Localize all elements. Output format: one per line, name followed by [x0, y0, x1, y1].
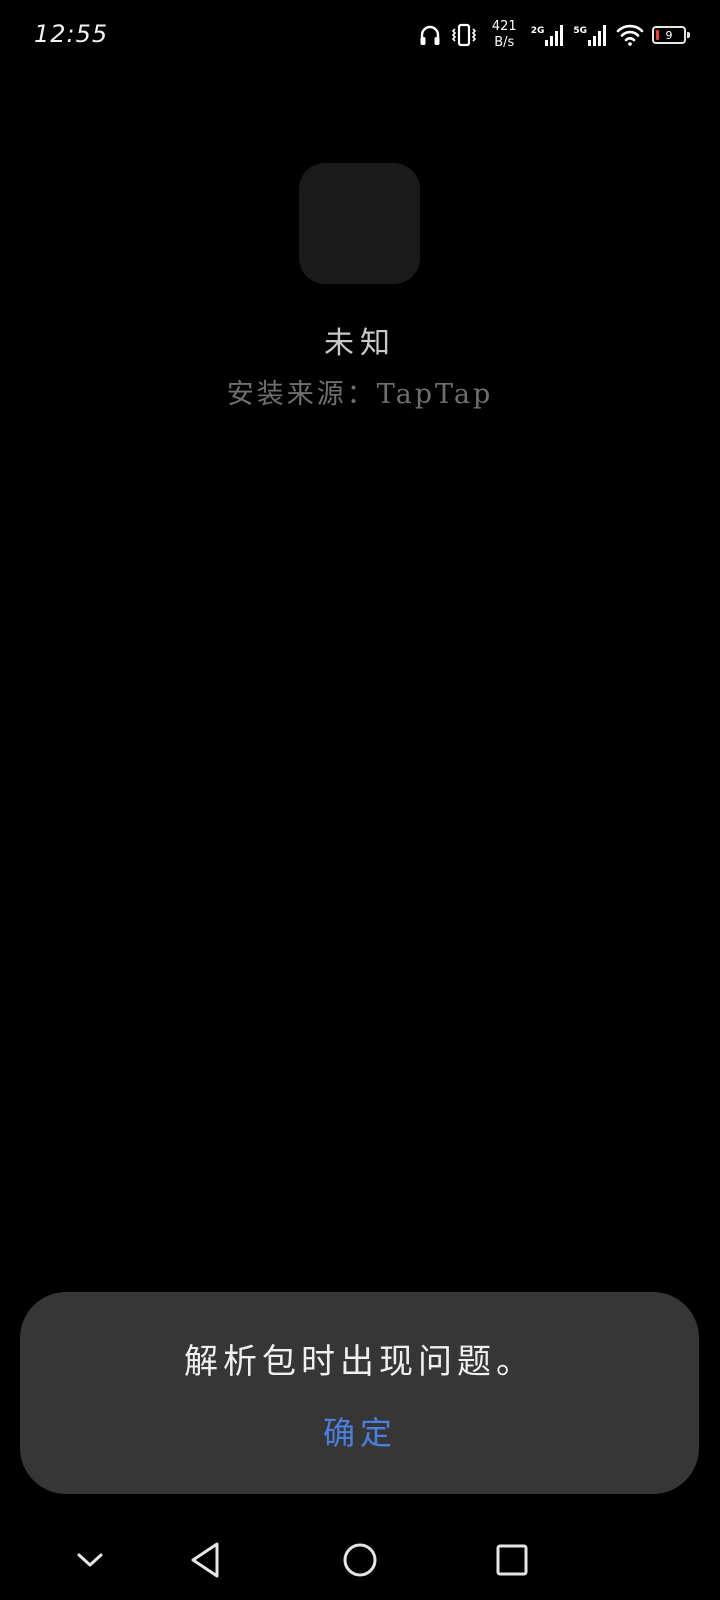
- navigation-bar: [0, 1520, 720, 1600]
- network-speed-value: 421: [491, 19, 517, 34]
- vibrate-icon: [450, 23, 478, 47]
- error-dialog: 解析包时出现问题。 确定: [20, 1292, 699, 1494]
- recents-icon: [496, 1544, 528, 1576]
- chevron-down-icon: [77, 1553, 103, 1567]
- battery-level: 9: [665, 28, 673, 42]
- nav-home-button[interactable]: [320, 1520, 400, 1600]
- sim1-network-label: 2G: [530, 26, 545, 36]
- nav-recents-button[interactable]: [472, 1520, 552, 1600]
- nav-collapse-button[interactable]: [50, 1520, 130, 1600]
- network-speed-unit: B/s: [494, 35, 515, 50]
- network-speed: 421 B/s: [492, 19, 517, 51]
- signal-icon-sim2: 5G: [573, 24, 608, 46]
- back-icon: [191, 1542, 219, 1578]
- dialog-message: 解析包时出现问题。: [184, 1342, 535, 1382]
- status-bar: 12:55 421 B/s 2G 5G 9: [0, 0, 720, 70]
- sim2-network-label: 5G: [573, 26, 587, 36]
- signal-icon-sim1: 2G: [531, 24, 566, 46]
- app-icon: [299, 163, 420, 284]
- wifi-icon: [616, 23, 644, 47]
- app-name: 未知: [324, 326, 396, 361]
- battery-icon: 9: [652, 26, 690, 44]
- confirm-button[interactable]: 确定: [310, 1406, 410, 1460]
- battery-fill: [656, 30, 659, 40]
- status-time: 12:55: [34, 20, 109, 48]
- screen: 12:55 421 B/s 2G 5G 9 未知 安装来源：TapTap 解析包…: [0, 0, 720, 1600]
- status-icons: 421 B/s 2G 5G 9: [418, 16, 690, 54]
- headphones-icon: [418, 23, 442, 47]
- install-source: 安装来源：TapTap: [226, 379, 494, 410]
- nav-back-button[interactable]: [165, 1520, 245, 1600]
- home-icon: [343, 1543, 377, 1577]
